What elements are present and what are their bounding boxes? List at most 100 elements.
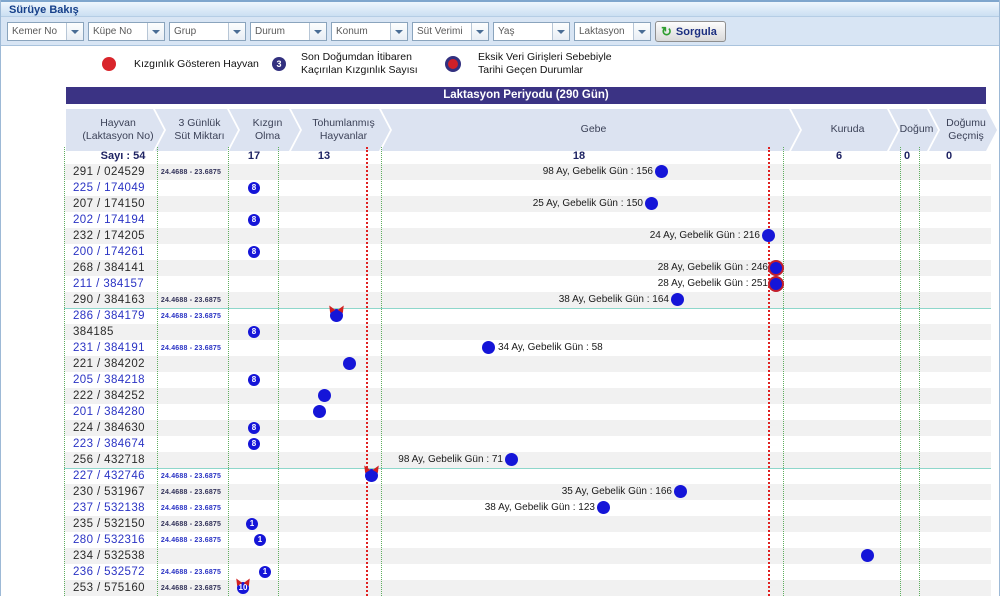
table-row[interactable]: 211 / 384157 28 Ay, Gebelik Gün : 251 [64, 276, 991, 292]
table-row[interactable]: 253 / 575160 24.4688 - 23.687510 [64, 580, 991, 596]
chevron-down-icon[interactable] [552, 23, 569, 40]
table-row[interactable]: 207 / 174150 25 Ay, Gebelik Gün : 150 [64, 196, 991, 212]
insemination-dot[interactable] [313, 405, 326, 418]
animal-id-link[interactable]: 221 / 384202 [73, 358, 145, 370]
animal-id-link[interactable]: 290 / 384163 [73, 294, 145, 306]
animal-id-link[interactable]: 227 / 432746 [73, 470, 145, 482]
table-row[interactable]: 256 / 432718 98 Ay, Gebelik Gün : 71 [64, 452, 991, 468]
animal-id-link[interactable]: 268 / 384141 [73, 262, 145, 274]
chevron-down-icon[interactable] [147, 23, 164, 40]
table-row[interactable]: 231 / 384191 24.4688 - 23.687534 Ay, Geb… [64, 340, 991, 356]
chevron-down-icon[interactable] [390, 23, 407, 40]
table-row[interactable]: 280 / 532316 24.4688 - 23.68751 [64, 532, 991, 548]
animal-id-link[interactable]: 237 / 532138 [73, 502, 145, 514]
pregnancy-dot[interactable] [482, 341, 495, 354]
table-row[interactable]: 235 / 532150 24.4688 - 23.68751 [64, 516, 991, 532]
pregnancy-dot[interactable] [768, 276, 784, 292]
dry-dot[interactable] [861, 549, 874, 562]
pregnancy-dot[interactable] [645, 197, 658, 210]
table-row[interactable]: 201 / 384280 [64, 404, 991, 420]
table-row[interactable]: 286 / 384179 24.4688 - 23.6875 [64, 308, 991, 324]
animal-id-link[interactable]: 234 / 532538 [73, 550, 145, 562]
table-row[interactable]: 291 / 024529 24.4688 - 23.687598 Ay, Geb… [64, 164, 991, 180]
animal-id-link[interactable]: 202 / 174194 [73, 214, 145, 226]
table-row[interactable]: 224 / 384630 8 [64, 420, 991, 436]
animal-id-link[interactable]: 291 / 024529 [73, 166, 145, 178]
table-row[interactable]: 230 / 531967 24.4688 - 23.687535 Ay, Geb… [64, 484, 991, 500]
pregnancy-dot[interactable] [505, 453, 518, 466]
animal-id-link[interactable]: 225 / 174049 [73, 182, 145, 194]
animal-id-link[interactable]: 384185 [73, 326, 114, 338]
animal-id-link[interactable]: 253 / 575160 [73, 582, 145, 594]
table-row[interactable]: 234 / 532538 [64, 548, 991, 564]
missed-heat-badge[interactable]: 1 [246, 518, 258, 530]
table-row[interactable]: 205 / 384218 8 [64, 372, 991, 388]
stage-boundary-guide [783, 147, 784, 596]
chevron-down-icon[interactable] [228, 23, 245, 40]
filter-dropdown[interactable]: Küpe No [88, 22, 165, 41]
missed-heat-badge[interactable]: 8 [248, 246, 260, 258]
table-row[interactable]: 290 / 384163 24.4688 - 23.687538 Ay, Geb… [64, 292, 991, 308]
filter-dropdown[interactable]: Süt Verimi [412, 22, 489, 41]
pregnancy-dot[interactable] [655, 165, 668, 178]
animal-id-link[interactable]: 231 / 384191 [73, 342, 145, 354]
filter-dropdown[interactable]: Kemer No [7, 22, 84, 41]
missed-heat-badge[interactable]: 1 [259, 566, 271, 578]
animal-id-link[interactable]: 222 / 384252 [73, 390, 145, 402]
animal-id-link[interactable]: 223 / 384674 [73, 438, 145, 450]
animal-id-link[interactable]: 201 / 384280 [73, 406, 145, 418]
filter-dropdown[interactable]: Yaş [493, 22, 570, 41]
table-row[interactable]: 384185 8 [64, 324, 991, 340]
animal-id-link[interactable]: 207 / 174150 [73, 198, 145, 210]
animal-id-link[interactable]: 211 / 384157 [73, 278, 144, 290]
table-row[interactable]: 268 / 384141 28 Ay, Gebelik Gün : 246 [64, 260, 991, 276]
filter-dropdown[interactable]: Durum [250, 22, 327, 41]
animal-id-link[interactable]: 205 / 384218 [73, 374, 145, 386]
sorgula-button[interactable]: ↻ Sorgula [655, 21, 726, 42]
filter-dropdown[interactable]: Konum [331, 22, 408, 41]
insemination-dot[interactable] [318, 389, 331, 402]
insemination-dot[interactable] [343, 357, 356, 370]
table-row[interactable]: 200 / 174261 8 [64, 244, 991, 260]
stage-boundary-guide [381, 147, 382, 596]
chevron-down-icon[interactable] [471, 23, 488, 40]
pregnancy-dot[interactable] [671, 293, 684, 306]
missed-heat-badge[interactable]: 8 [248, 422, 260, 434]
animal-id-link[interactable]: 230 / 531967 [73, 486, 145, 498]
insemination-dot[interactable] [330, 309, 343, 322]
missed-heat-badge[interactable]: 8 [248, 438, 260, 450]
filter-dropdown[interactable]: Grup [169, 22, 246, 41]
chevron-down-icon[interactable] [309, 23, 326, 40]
table-row[interactable]: 227 / 432746 24.4688 - 23.6875 [64, 468, 991, 484]
chevron-down-icon[interactable] [633, 23, 650, 40]
animal-id-link[interactable]: 224 / 384630 [73, 422, 145, 434]
pregnancy-dot[interactable] [674, 485, 687, 498]
chevron-down-icon[interactable] [66, 23, 83, 40]
table-row[interactable]: 237 / 532138 24.4688 - 23.687538 Ay, Geb… [64, 500, 991, 516]
missed-heat-badge[interactable]: 8 [248, 214, 260, 226]
animal-id-link[interactable]: 286 / 384179 [73, 310, 145, 322]
insemination-dot[interactable] [365, 469, 378, 482]
table-row[interactable]: 223 / 384674 8 [64, 436, 991, 452]
animal-id-link[interactable]: 236 / 532572 [73, 566, 145, 578]
animal-id-link[interactable]: 256 / 432718 [73, 454, 145, 466]
pregnancy-dot[interactable] [768, 260, 784, 276]
missed-heat-badge[interactable]: 8 [248, 374, 260, 386]
animal-id-link[interactable]: 280 / 532316 [73, 534, 145, 546]
filter-dropdown[interactable]: Laktasyon [574, 22, 651, 41]
missed-heat-badge[interactable]: 8 [248, 182, 260, 194]
missed-heat-badge[interactable]: 1 [254, 534, 266, 546]
table-row[interactable]: 225 / 174049 8 [64, 180, 991, 196]
missed-heat-badge[interactable]: 8 [248, 326, 260, 338]
animal-id-link[interactable]: 235 / 532150 [73, 518, 145, 530]
animal-id-link[interactable]: 200 / 174261 [73, 246, 145, 258]
missed-heat-badge[interactable]: 10 [237, 582, 249, 594]
table-row[interactable]: 222 / 384252 [64, 388, 991, 404]
table-row[interactable]: 232 / 174205 24 Ay, Gebelik Gün : 216 [64, 228, 991, 244]
table-row[interactable]: 202 / 174194 8 [64, 212, 991, 228]
table-row[interactable]: 221 / 384202 [64, 356, 991, 372]
animal-id-link[interactable]: 232 / 174205 [73, 230, 145, 242]
pregnancy-dot[interactable] [597, 501, 610, 514]
table-row[interactable]: 236 / 532572 24.4688 - 23.68751 [64, 564, 991, 580]
pregnancy-dot[interactable] [762, 229, 775, 242]
